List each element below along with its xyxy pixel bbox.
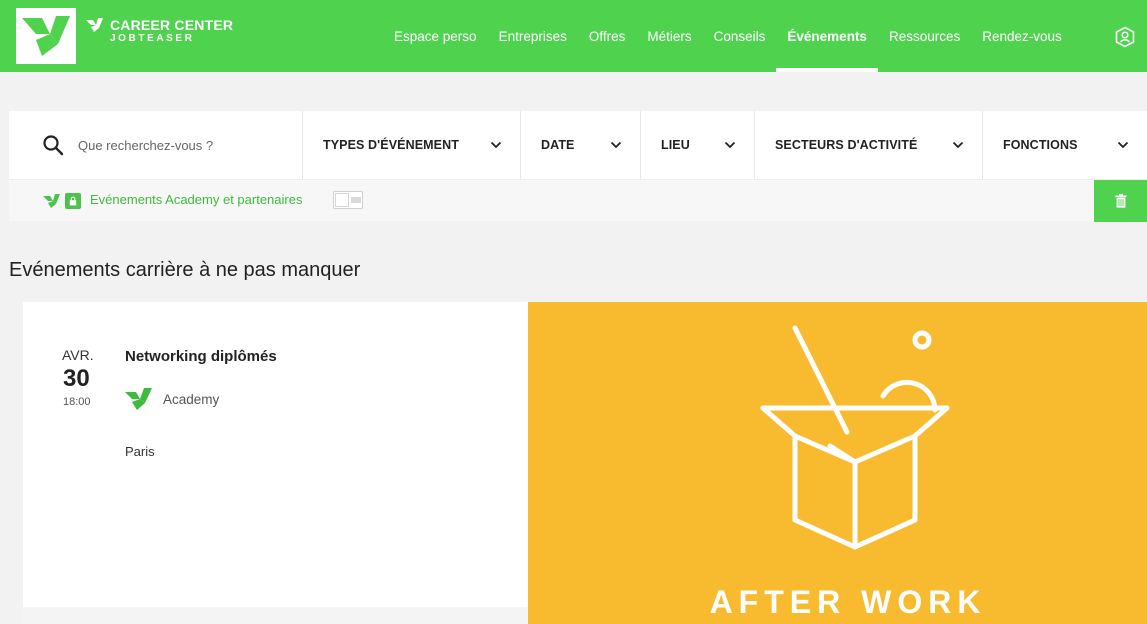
nav-rendez-vous[interactable]: Rendez-vous xyxy=(971,0,1073,72)
event-title[interactable]: Networking diplômés xyxy=(125,348,277,365)
search-input[interactable] xyxy=(78,137,268,153)
brand-title: CAREER CENTER xyxy=(110,17,234,33)
filter-row: TYPES D'ÉVÉNEMENT DATE LIEU SECTEURS D'A… xyxy=(9,111,1147,179)
event-time: 18:00 xyxy=(63,396,91,408)
filter-functions-label: FONCTIONS xyxy=(1003,138,1078,152)
event-image-caption: AFTER WORK xyxy=(709,584,987,620)
main-nav: Espace perso Entreprises Offres Métiers … xyxy=(383,0,1073,72)
filter-date-label: DATE xyxy=(541,138,575,152)
event-card[interactable]: AVR. 30 18:00 Networking diplômés Academ… xyxy=(23,302,1147,624)
brand-text: CAREER CENTER JOBTEASER xyxy=(86,17,233,45)
jobteaser-logo[interactable] xyxy=(16,8,76,64)
event-location: Paris xyxy=(125,444,155,459)
chevron-down-icon xyxy=(952,141,964,149)
chevron-down-icon xyxy=(610,141,622,149)
toggle-knob xyxy=(335,193,349,207)
nav-ressources[interactable]: Ressources xyxy=(878,0,971,72)
nav-entreprises[interactable]: Entreprises xyxy=(488,0,578,72)
filter-event-types-label: TYPES D'ÉVÉNEMENT xyxy=(323,138,459,152)
filter-functions[interactable]: FONCTIONS xyxy=(983,111,1147,179)
academy-chevron-icon xyxy=(43,194,60,208)
brand-subtitle: JOBTEASER xyxy=(110,33,195,44)
academy-toggle-row: Evénements Academy et partenaires xyxy=(9,179,1147,222)
profile-button[interactable] xyxy=(1114,26,1136,48)
nav-offres[interactable]: Offres xyxy=(578,0,637,72)
search-icon xyxy=(43,135,64,156)
filter-event-types[interactable]: TYPES D'ÉVÉNEMENT xyxy=(303,111,521,179)
filter-sectors[interactable]: SECTEURS D'ACTIVITÉ xyxy=(755,111,983,179)
brand-mark-icon xyxy=(86,18,103,32)
event-organizer: Academy xyxy=(125,386,219,412)
nav-conseils[interactable]: Conseils xyxy=(703,0,777,72)
event-month: AVR. xyxy=(62,347,94,363)
filter-location[interactable]: LIEU xyxy=(641,111,755,179)
academy-toggle-label[interactable]: Evénements Academy et partenaires xyxy=(90,192,302,207)
event-card-info: AVR. 30 18:00 Networking diplômés Academ… xyxy=(23,302,528,624)
chevron-down-icon xyxy=(724,141,736,149)
event-filter-panel: TYPES D'ÉVÉNEMENT DATE LIEU SECTEURS D'A… xyxy=(9,111,1147,222)
nav-metiers[interactable]: Métiers xyxy=(636,0,702,72)
top-navigation-bar: CAREER CENTER JOBTEASER Espace perso Ent… xyxy=(0,0,1147,72)
organizer-name: Academy xyxy=(163,391,220,407)
lock-icon xyxy=(65,193,81,209)
toggle-track xyxy=(351,197,361,203)
filter-location-label: LIEU xyxy=(661,138,690,152)
filter-date[interactable]: DATE xyxy=(521,111,641,179)
user-badge-icon xyxy=(1115,26,1135,48)
academy-badge xyxy=(43,193,81,209)
clear-filters-button[interactable] xyxy=(1094,180,1147,222)
academy-toggle-switch[interactable] xyxy=(333,191,363,209)
logo-chevron-icon xyxy=(22,16,70,56)
academy-logo-icon xyxy=(125,388,152,410)
event-day: 30 xyxy=(63,365,90,392)
search-box[interactable] xyxy=(9,111,303,179)
cocktail-glass-icon xyxy=(760,325,950,550)
nav-espace-perso[interactable]: Espace perso xyxy=(383,0,488,72)
nav-evenements[interactable]: Événements xyxy=(776,0,878,72)
event-image[interactable]: AFTER WORK xyxy=(528,302,1147,624)
chevron-down-icon xyxy=(490,141,502,149)
event-card-footer xyxy=(23,607,528,624)
section-title: Evénements carrière à ne pas manquer xyxy=(9,259,361,281)
chevron-down-icon xyxy=(1117,141,1129,149)
trash-icon xyxy=(1115,194,1126,208)
filter-sectors-label: SECTEURS D'ACTIVITÉ xyxy=(775,138,918,152)
